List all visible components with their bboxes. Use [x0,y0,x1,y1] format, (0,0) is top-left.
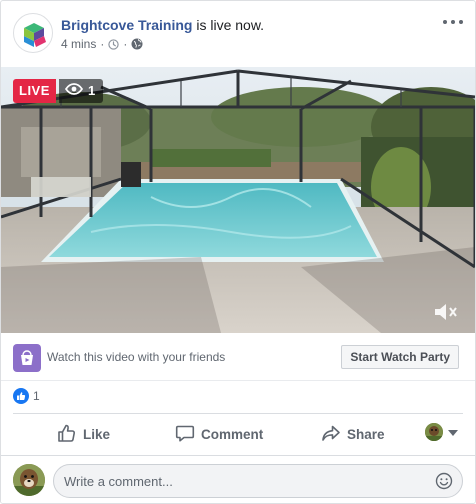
start-watch-party-button[interactable]: Start Watch Party [341,345,459,369]
live-status-text: is live now. [192,17,265,33]
live-video-post: Brightcove Training is live now. 4 mins … [0,0,476,504]
thumbs-up-icon [57,423,77,446]
watch-party-bar: Watch this video with your friends Start… [1,333,475,381]
pool-scene-image [1,67,475,333]
meta-separator: · [123,37,128,51]
more-icon-dot [451,20,455,24]
page-name-link[interactable]: Brightcove Training [61,17,192,33]
share-button[interactable]: Share [313,418,393,450]
reaction-summary[interactable]: 1 [13,381,40,411]
comment-label: Comment [201,426,264,442]
more-icon-dot [459,20,463,24]
post-as-selector[interactable] [425,423,458,441]
emoji-icon[interactable] [435,472,453,490]
viewer-count: 1 [88,83,96,98]
live-video-player[interactable]: LIVE 1 [1,67,475,333]
post-header: Brightcove Training is live now. 4 mins … [1,1,475,67]
share-label: Share [347,426,385,442]
user-avatar[interactable] [13,464,45,496]
page-avatar[interactable] [13,13,53,53]
mute-icon[interactable] [433,301,459,323]
chevron-down-icon [448,423,458,441]
comment-icon [175,423,195,446]
share-icon [321,423,341,446]
like-button[interactable]: Like [49,418,118,450]
post-title: Brightcove Training is live now. [61,16,264,34]
more-icon-dot [443,20,447,24]
comment-composer [1,455,475,503]
globe-icon[interactable] [131,38,143,50]
meta-separator: · [100,37,105,51]
like-label: Like [83,426,111,442]
post-meta: 4 mins · · [61,37,143,51]
comment-button[interactable]: Comment [167,418,271,450]
clock-icon [108,38,120,50]
comment-input[interactable] [53,464,463,498]
user-avatar [425,423,443,441]
timestamp[interactable]: 4 mins [61,37,96,51]
like-reaction-icon [13,388,29,404]
watch-party-icon [13,344,41,372]
live-badge: LIVE [13,79,56,103]
watch-party-prompt: Watch this video with your friends [47,350,226,364]
reaction-count: 1 [33,389,40,403]
viewer-count-badge: 1 [59,79,104,103]
post-actions: Like Comment Share [13,413,463,455]
eye-icon [64,79,84,103]
more-options-button[interactable] [443,15,463,29]
